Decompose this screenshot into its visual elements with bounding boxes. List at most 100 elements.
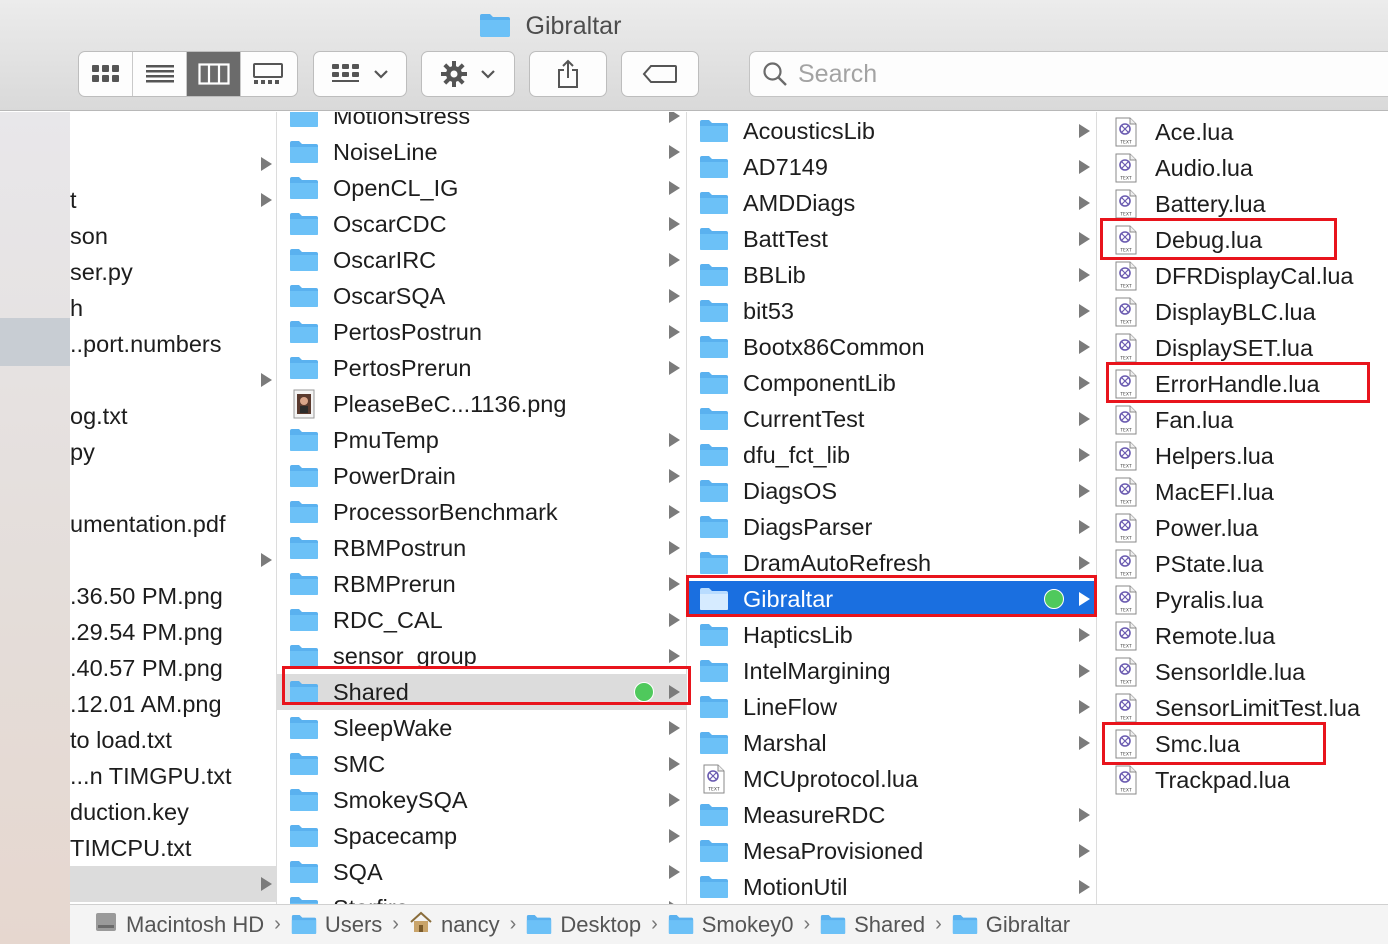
list-item[interactable]: BBLib: [687, 257, 1096, 293]
list-item[interactable]: ...n TIMGPU.txt: [70, 758, 276, 794]
list-item[interactable]: to load.txt: [70, 722, 276, 758]
path-item[interactable]: nancy: [409, 911, 500, 939]
file-list-item[interactable]: TEXT Pyralis.lua: [1097, 582, 1388, 618]
list-item[interactable]: [70, 470, 276, 506]
list-item[interactable]: OscarIRC: [277, 242, 686, 278]
list-item[interactable]: SMC: [277, 746, 686, 782]
list-item[interactable]: ser.py: [70, 254, 276, 290]
list-item[interactable]: AD7149: [687, 149, 1096, 185]
search-input[interactable]: [798, 59, 1358, 89]
file-list-item[interactable]: TEXT Fan.lua: [1097, 402, 1388, 438]
list-item[interactable]: .40.57 PM.png: [70, 650, 276, 686]
list-item[interactable]: PleaseBeC...1136.png: [277, 386, 686, 422]
path-item[interactable]: Shared: [820, 912, 925, 938]
file-list-item[interactable]: TEXT Ace.lua: [1097, 114, 1388, 150]
list-item[interactable]: .29.54 PM.png: [70, 614, 276, 650]
path-item[interactable]: Macintosh HD: [94, 910, 264, 940]
list-item[interactable]: BattTest: [687, 221, 1096, 257]
list-item[interactable]: son: [70, 218, 276, 254]
file-list-item[interactable]: TEXT ErrorHandle.lua: [1097, 366, 1388, 402]
list-item[interactable]: LineFlow: [687, 689, 1096, 725]
list-item[interactable]: SmokeySQA: [277, 782, 686, 818]
list-item[interactable]: dfu_fct_lib: [687, 437, 1096, 473]
list-item[interactable]: Marshal: [687, 725, 1096, 761]
list-item[interactable]: Bootx86Common: [687, 329, 1096, 365]
list-item[interactable]: IntelMargining: [687, 653, 1096, 689]
list-item[interactable]: Starfire: [277, 890, 686, 904]
file-list-item[interactable]: TEXT DisplaySET.lua: [1097, 330, 1388, 366]
list-item[interactable]: PertosPrerun: [277, 350, 686, 386]
list-item[interactable]: [70, 146, 276, 182]
file-list-item[interactable]: TEXT PState.lua: [1097, 546, 1388, 582]
sidebar-selected-item[interactable]: [0, 318, 70, 366]
list-item[interactable]: PowerDrain: [277, 458, 686, 494]
list-item[interactable]: MotionUtil: [687, 869, 1096, 904]
list-item[interactable]: [70, 362, 276, 398]
list-item[interactable]: Gibraltar: [687, 581, 1096, 617]
list-item[interactable]: SleepWake: [277, 710, 686, 746]
file-list-item[interactable]: TEXT Helpers.lua: [1097, 438, 1388, 474]
file-list-item[interactable]: TEXT Power.lua: [1097, 510, 1388, 546]
list-item[interactable]: ComponentLib: [687, 365, 1096, 401]
list-item[interactable]: RBMPostrun: [277, 530, 686, 566]
gallery-view-button[interactable]: [241, 52, 295, 96]
list-item[interactable]: HapticsLib: [687, 617, 1096, 653]
action-button[interactable]: [421, 51, 515, 97]
tags-button[interactable]: [621, 51, 699, 97]
list-item[interactable]: DramAutoRefresh: [687, 545, 1096, 581]
list-item[interactable]: .36.50 PM.png: [70, 578, 276, 614]
path-item[interactable]: Desktop: [526, 912, 641, 938]
icon-view-button[interactable]: [79, 52, 133, 96]
list-item[interactable]: OpenCL_IG: [277, 170, 686, 206]
list-item[interactable]: h: [70, 290, 276, 326]
file-list-item[interactable]: TEXT DFRDisplayCal.lua: [1097, 258, 1388, 294]
list-item[interactable]: PertosPostrun: [277, 314, 686, 350]
list-item[interactable]: TIMCPU.txt: [70, 830, 276, 866]
file-list-item[interactable]: TEXT Audio.lua: [1097, 150, 1388, 186]
group-by-button[interactable]: [313, 51, 407, 97]
file-list-item[interactable]: TEXT MacEFI.lua: [1097, 474, 1388, 510]
list-item[interactable]: sensor_group: [277, 638, 686, 674]
list-item[interactable]: NoiseLine: [277, 134, 686, 170]
list-item[interactable]: [70, 542, 276, 578]
list-item[interactable]: umentation.pdf: [70, 506, 276, 542]
list-item[interactable]: MeasureRDC: [687, 797, 1096, 833]
file-list-item[interactable]: TEXT Remote.lua: [1097, 618, 1388, 654]
column-view-button[interactable]: [187, 52, 241, 96]
list-item[interactable]: og.txt: [70, 398, 276, 434]
search-field[interactable]: [749, 51, 1388, 97]
list-item[interactable]: MotionStress: [277, 112, 686, 134]
file-list-item[interactable]: TEXT SensorLimitTest.lua: [1097, 690, 1388, 726]
list-item[interactable]: AcousticsLib: [687, 113, 1096, 149]
list-item[interactable]: MesaProvisioned: [687, 833, 1096, 869]
list-item[interactable]: Shared: [277, 674, 686, 710]
list-item[interactable]: PmuTemp: [277, 422, 686, 458]
list-item[interactable]: [70, 866, 276, 902]
list-view-button[interactable]: [133, 52, 187, 96]
list-item[interactable]: bit53: [687, 293, 1096, 329]
list-item[interactable]: AMDDiags: [687, 185, 1096, 221]
list-item[interactable]: RBMPrerun: [277, 566, 686, 602]
list-item[interactable]: duction.key: [70, 794, 276, 830]
list-item[interactable]: TEXT MCUprotocol.lua: [687, 761, 1096, 797]
list-item[interactable]: ..port.numbers: [70, 326, 276, 362]
list-item[interactable]: t: [70, 182, 276, 218]
list-item[interactable]: CurrentTest: [687, 401, 1096, 437]
list-item[interactable]: RDC_CAL: [277, 602, 686, 638]
list-item[interactable]: Spacecamp: [277, 818, 686, 854]
list-item[interactable]: .12.01 AM.png: [70, 686, 276, 722]
list-item[interactable]: DiagsParser: [687, 509, 1096, 545]
path-item[interactable]: Gibraltar: [952, 912, 1070, 938]
list-item[interactable]: OscarCDC: [277, 206, 686, 242]
file-list-item[interactable]: TEXT Trackpad.lua: [1097, 762, 1388, 798]
path-item[interactable]: Smokey0: [668, 912, 793, 938]
list-item[interactable]: SQA: [277, 854, 686, 890]
file-list-item[interactable]: TEXT DisplayBLC.lua: [1097, 294, 1388, 330]
file-list-item[interactable]: TEXT Battery.lua: [1097, 186, 1388, 222]
share-button[interactable]: [529, 51, 607, 97]
file-list-item[interactable]: TEXT Smc.lua: [1097, 726, 1388, 762]
list-item[interactable]: py: [70, 434, 276, 470]
path-item[interactable]: Users: [291, 912, 382, 938]
list-item[interactable]: DiagsOS: [687, 473, 1096, 509]
list-item[interactable]: OscarSQA: [277, 278, 686, 314]
